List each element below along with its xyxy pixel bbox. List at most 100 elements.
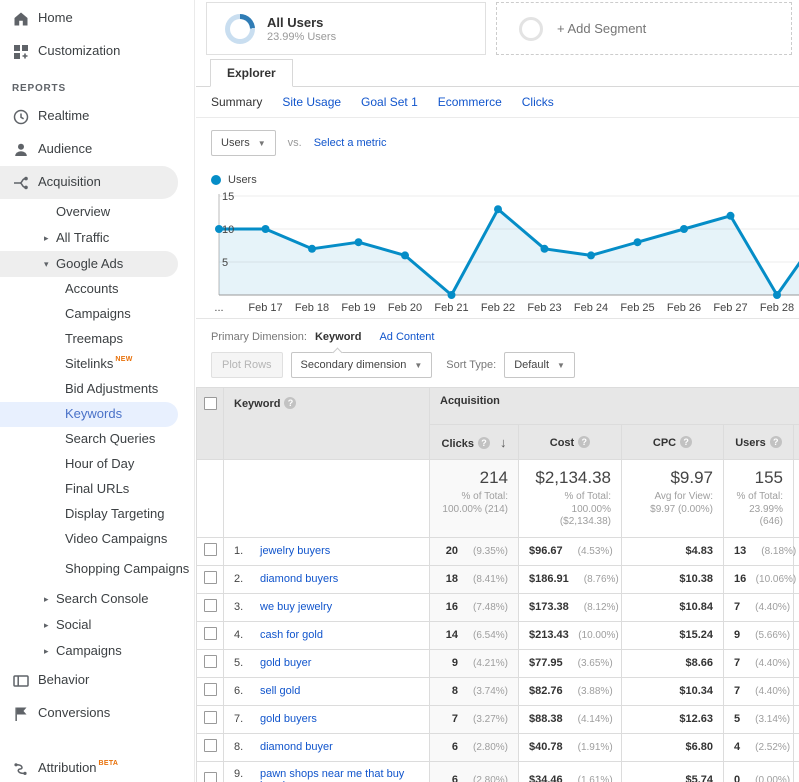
- help-icon[interactable]: ?: [477, 436, 490, 449]
- keyword-column-header[interactable]: Keyword?: [223, 387, 430, 460]
- sidebar-item-display-targeting[interactable]: Display Targeting: [0, 502, 194, 527]
- users-cell: 9 (5.66%): [723, 620, 794, 650]
- users-cell: 0 (0.00%): [723, 760, 794, 782]
- cpc-column-header[interactable]: CPC?: [621, 424, 724, 460]
- sidebar-item-label: Search Console: [56, 590, 149, 606]
- plot-rows-button[interactable]: Plot Rows: [211, 352, 283, 378]
- subtab-summary[interactable]: Summary: [211, 95, 262, 109]
- add-segment-circle-icon: [519, 16, 543, 41]
- primary-dimension-row: Primary Dimension: Keyword Ad Content: [196, 319, 799, 358]
- sidebar-item-bid-adjustments[interactable]: Bid Adjustments: [0, 377, 194, 402]
- help-icon[interactable]: ?: [578, 435, 591, 448]
- row-number: 7.: [234, 713, 244, 725]
- sidebar-item-attribution[interactable]: Attribution BETA: [0, 752, 194, 782]
- keyword-link[interactable]: gold buyers: [260, 713, 317, 725]
- sidebar-item-treemaps[interactable]: Treemaps: [0, 327, 194, 352]
- subtab-site-usage[interactable]: Site Usage: [282, 95, 341, 109]
- keyword-link[interactable]: diamond buyer: [260, 741, 333, 753]
- row-checkbox[interactable]: [203, 772, 217, 782]
- secondary-dimension-dropdown[interactable]: Secondary dimension ▼: [290, 352, 433, 378]
- row-checkbox-cell: [196, 564, 224, 594]
- cost-cell: $34.46 (1.61%): [518, 760, 622, 782]
- sidebar-item-label: All Traffic: [56, 229, 110, 245]
- badge-new: NEW: [115, 356, 133, 363]
- realtime-icon: [12, 108, 30, 126]
- keyword-link[interactable]: jewelry buyers: [260, 545, 330, 557]
- row-checkbox[interactable]: [203, 683, 217, 696]
- users-cell: 16 (10.06%): [723, 564, 796, 594]
- subtab-ecommerce[interactable]: Ecommerce: [438, 95, 502, 109]
- row-checkbox[interactable]: [203, 627, 217, 640]
- cost-column-header[interactable]: Cost?: [518, 424, 622, 460]
- sidebar-item-acquisition[interactable]: Acquisition: [0, 166, 178, 199]
- sidebar-item-conversions[interactable]: Conversions: [0, 697, 194, 730]
- cpc-cell: $10.34: [621, 676, 724, 706]
- clicks-column-header[interactable]: Clicks? ↓: [429, 424, 519, 460]
- select-a-metric-link[interactable]: Select a metric: [314, 137, 387, 149]
- sidebar-item-all-traffic[interactable]: ▸ All Traffic: [0, 225, 194, 251]
- svg-text:Feb 26: Feb 26: [667, 302, 701, 314]
- primary-dimension-ad-content[interactable]: Ad Content: [379, 331, 434, 343]
- chart-legend: Users: [211, 174, 799, 186]
- primary-dimension-keyword[interactable]: Keyword: [315, 331, 361, 358]
- row-number: 8.: [234, 741, 244, 753]
- metric-dropdown[interactable]: Users ▼: [211, 130, 276, 156]
- chevron-down-icon: ▼: [414, 360, 423, 370]
- cost-cell: $40.78 (1.91%): [518, 732, 622, 762]
- chevron-down-icon: ▾: [44, 258, 49, 269]
- sidebar-item-final-urls[interactable]: Final URLs: [0, 477, 194, 502]
- row-checkbox-cell: [196, 592, 224, 622]
- row-checkbox[interactable]: [203, 711, 217, 724]
- cpc-cell: $4.83: [621, 536, 724, 566]
- cost-cell: $77.95 (3.65%): [518, 648, 622, 678]
- sort-type-dropdown[interactable]: Default ▼: [504, 352, 575, 378]
- subtab-clicks[interactable]: Clicks: [522, 95, 554, 109]
- sidebar-item-audience[interactable]: Audience: [0, 133, 194, 166]
- sidebar-item-accounts[interactable]: Accounts: [0, 277, 194, 302]
- sidebar-item-social[interactable]: ▸ Social: [0, 612, 194, 638]
- sidebar-item-home[interactable]: Home: [0, 2, 194, 35]
- cost-cell: $173.38 (8.12%): [518, 592, 622, 622]
- keyword-link[interactable]: sell gold: [260, 685, 300, 697]
- sidebar-item-search-console[interactable]: ▸ Search Console: [0, 586, 194, 612]
- help-icon[interactable]: ?: [680, 435, 693, 448]
- row-number: 1.: [234, 545, 244, 557]
- help-icon[interactable]: ?: [769, 435, 782, 448]
- keyword-link[interactable]: cash for gold: [260, 629, 323, 641]
- sidebar-item-shopping-campaigns[interactable]: Shopping Campaigns: [0, 552, 194, 586]
- row-checkbox[interactable]: [203, 599, 217, 612]
- row-checkbox[interactable]: [203, 739, 217, 752]
- sidebar-item-customization[interactable]: Customization: [0, 35, 194, 68]
- subtab-goal-set-1[interactable]: Goal Set 1: [361, 95, 418, 109]
- keyword-link[interactable]: we buy jewelry: [260, 601, 332, 613]
- sidebar-item-campaigns[interactable]: Campaigns: [0, 302, 194, 327]
- sidebar-item-keywords[interactable]: Keywords: [0, 402, 178, 427]
- row-checkbox[interactable]: [203, 655, 217, 668]
- sidebar-item-campaigns[interactable]: ▸ Campaigns: [0, 638, 194, 664]
- sidebar-item-video-campaigns[interactable]: Video Campaigns: [0, 527, 194, 552]
- select-all-checkbox[interactable]: [203, 397, 217, 410]
- sidebar-item-hour-of-day[interactable]: Hour of Day: [0, 452, 194, 477]
- sidebar-item-sitelinks[interactable]: Sitelinks NEW: [0, 352, 194, 377]
- sidebar-item-overview[interactable]: Overview: [0, 199, 194, 225]
- conversions-icon: [12, 705, 30, 723]
- sidebar-item-realtime[interactable]: Realtime: [0, 100, 194, 133]
- keyword-link[interactable]: gold buyer: [260, 657, 311, 669]
- add-segment-button[interactable]: + Add Segment: [496, 2, 792, 55]
- segment-all-users[interactable]: All Users 23.99% Users: [206, 2, 486, 55]
- tab-explorer[interactable]: Explorer: [210, 59, 293, 87]
- users-column-header[interactable]: Users?: [723, 424, 794, 460]
- row-checkbox[interactable]: [203, 543, 217, 556]
- keyword-link[interactable]: pawn shops near me that buy jewelry: [260, 768, 420, 782]
- row-checkbox[interactable]: [203, 571, 217, 584]
- sidebar-item-google-ads[interactable]: ▾ Google Ads: [0, 251, 178, 277]
- sidebar-item-behavior[interactable]: Behavior: [0, 664, 194, 697]
- svg-text:Feb 24: Feb 24: [574, 302, 608, 314]
- clicks-cell: 16 (7.48%): [429, 592, 519, 622]
- row-checkbox-cell: [196, 760, 224, 782]
- keyword-link[interactable]: diamond buyers: [260, 573, 338, 585]
- users-line-chart[interactable]: 5 10 15... Feb 17 Feb 18 Feb 19 Feb 20 Feb 21 Fe…: [196, 188, 799, 318]
- help-icon[interactable]: ?: [284, 397, 297, 409]
- users-cell: 4 (2.52%): [723, 732, 794, 762]
- sidebar-item-search-queries[interactable]: Search Queries: [0, 427, 194, 452]
